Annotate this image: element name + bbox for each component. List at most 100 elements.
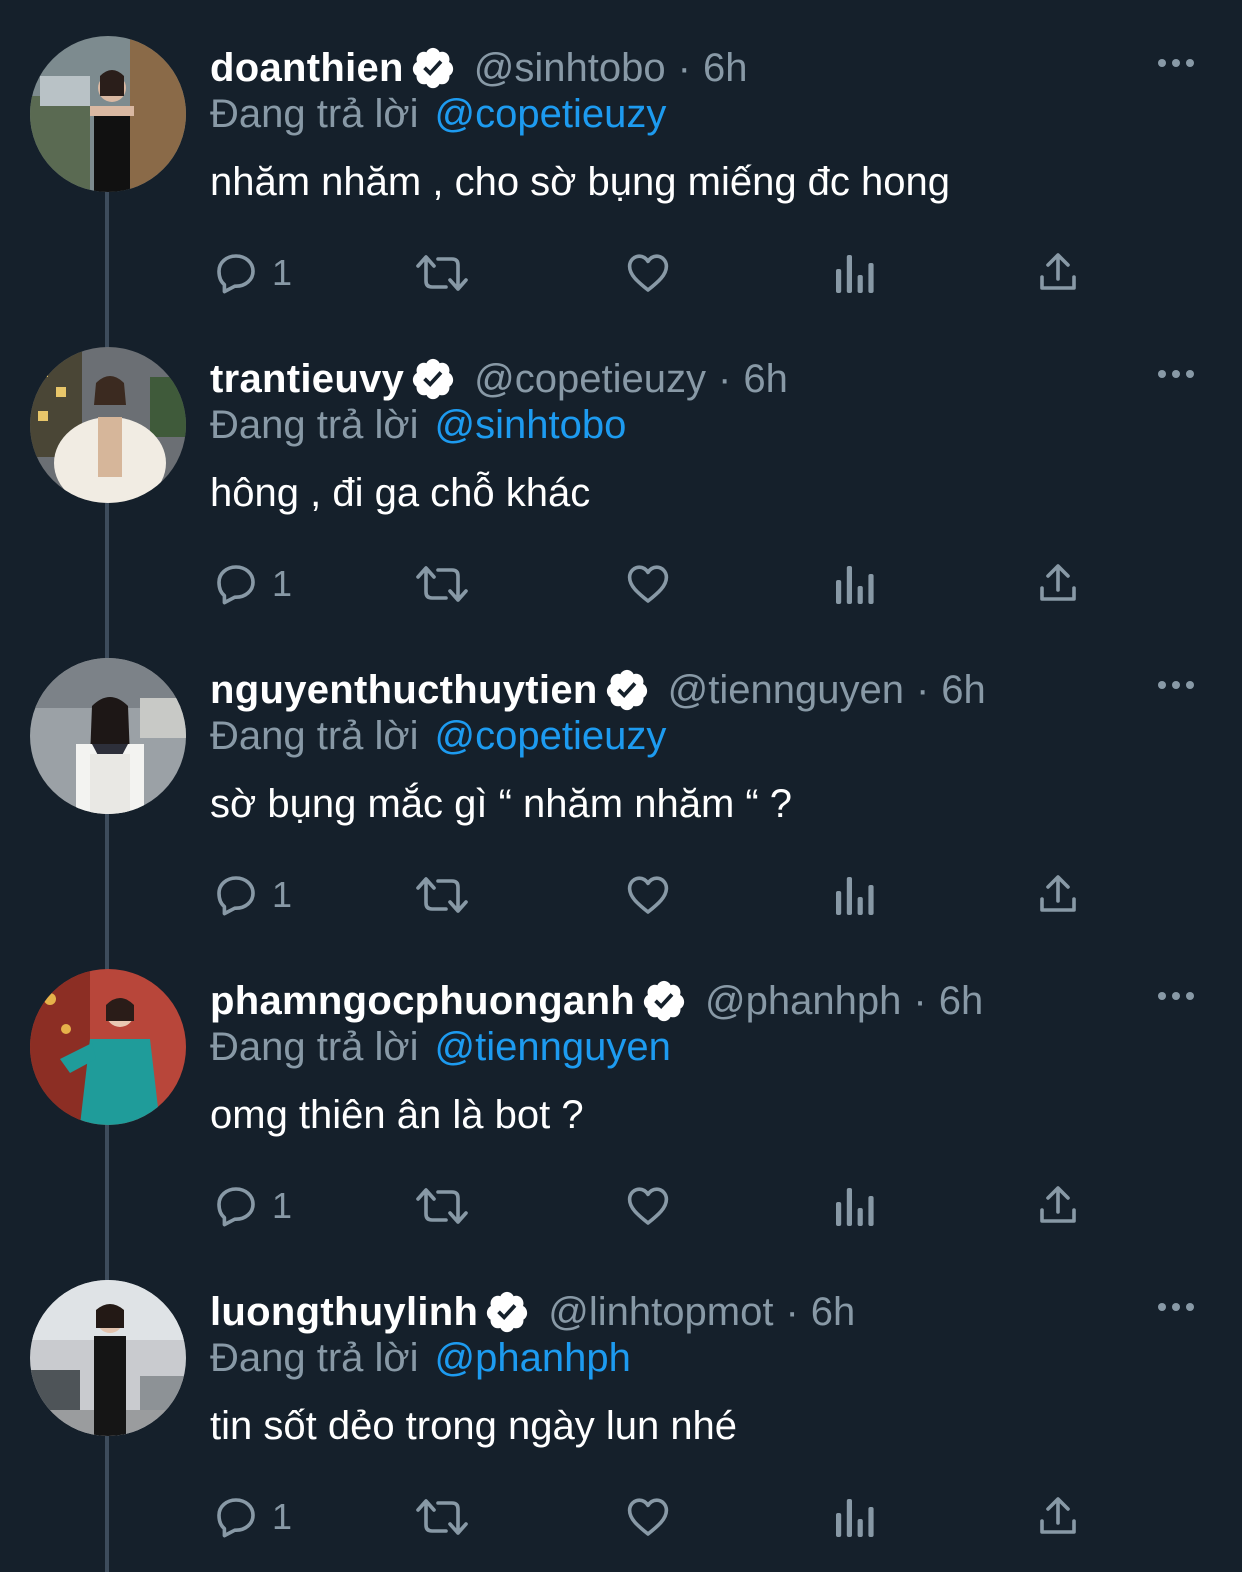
replying-to-link[interactable]: @sinhtobo: [435, 403, 627, 447]
replying-to-label: Đang trả lời: [210, 1025, 419, 1069]
replying-to-line: Đang trả lời @copetieuzy: [210, 92, 666, 137]
more-options-icon[interactable]: [1156, 678, 1196, 692]
tweet-text: sờ bụng mắc gì “ nhăm nhăm “ ?: [210, 782, 793, 826]
tweet-reply[interactable]: luongthuylinh @linhtopmot · 6h Đang trả lời @…: [0, 1244, 1242, 1555]
display-name[interactable]: luongthuylinh: [210, 1290, 478, 1335]
retweet-button[interactable]: [414, 870, 470, 920]
like-button[interactable]: [624, 1492, 672, 1542]
views-bar-chart-icon: [836, 1188, 874, 1226]
timestamp[interactable]: 6h: [703, 46, 748, 91]
reply-button[interactable]: 1: [212, 559, 292, 609]
reply-bubble-icon: [217, 1187, 255, 1227]
tweet-reply[interactable]: doanthien @sinhtobo · 6h Đang trả lời @copeti…: [0, 0, 1242, 311]
share-button[interactable]: [1034, 559, 1082, 609]
tweet-header: doanthien @sinhtobo · 6h: [210, 42, 747, 94]
avatar[interactable]: [30, 969, 186, 1125]
replying-to-line: Đang trả lời @copetieuzy: [210, 714, 666, 759]
share-button[interactable]: [1034, 870, 1082, 920]
display-name[interactable]: nguyenthucthuytien: [210, 668, 598, 713]
timestamp[interactable]: 6h: [941, 668, 986, 713]
tweet-text: omg thiên ân là bot ?: [210, 1093, 584, 1137]
more-options-icon[interactable]: [1156, 367, 1196, 381]
replying-to-link[interactable]: @tiennguyen: [435, 1025, 671, 1069]
avatar-photo: [30, 347, 186, 503]
replying-to-line: Đang trả lời @tiennguyen: [210, 1025, 671, 1070]
avatar[interactable]: [30, 658, 186, 814]
retweet-button[interactable]: [414, 248, 470, 298]
reply-button[interactable]: 1: [212, 870, 292, 920]
views-button[interactable]: [832, 870, 876, 920]
user-handle[interactable]: @sinhtobo: [474, 46, 666, 91]
avatar[interactable]: [30, 1280, 186, 1436]
avatar[interactable]: [30, 36, 186, 192]
heart-icon: [627, 876, 669, 914]
separator-dot: ·: [913, 978, 927, 1023]
replying-to-label: Đang trả lời: [210, 714, 419, 758]
separator-dot: ·: [785, 1289, 799, 1334]
timestamp[interactable]: 6h: [811, 1290, 856, 1335]
reply-button[interactable]: 1: [212, 1492, 292, 1542]
replying-to-link[interactable]: @copetieuzy: [435, 714, 667, 758]
timestamp[interactable]: 6h: [743, 357, 788, 402]
retweet-button[interactable]: [414, 1181, 470, 1231]
separator-dot: ·: [915, 667, 930, 712]
views-button[interactable]: [832, 1492, 876, 1542]
tweet-reply[interactable]: phamngocphuonganh @phanhph · 6h Đang trả lời…: [0, 933, 1242, 1244]
views-button[interactable]: [832, 248, 876, 298]
like-button[interactable]: [624, 248, 672, 298]
tweet-reply[interactable]: trantieuvy @copetieuzy · 6h Đang trả lời @sin…: [0, 311, 1242, 622]
verified-badge-icon: [413, 358, 454, 400]
user-handle[interactable]: @tiennguyen: [668, 668, 904, 713]
like-button[interactable]: [624, 1181, 672, 1231]
share-button[interactable]: [1034, 1181, 1082, 1231]
reply-bubble-icon: [217, 1498, 255, 1538]
retweet-icon: [416, 1188, 468, 1224]
display-name[interactable]: phamngocphuonganh: [210, 979, 635, 1024]
reply-button[interactable]: 1: [212, 1181, 292, 1231]
replying-to-link[interactable]: @copetieuzy: [435, 92, 667, 136]
reply-bubble-icon: [217, 876, 255, 916]
verified-badge-icon: [487, 1291, 528, 1333]
share-button[interactable]: [1034, 1492, 1082, 1542]
heart-icon: [627, 254, 669, 292]
verified-badge-icon: [643, 980, 685, 1022]
more-options-icon[interactable]: [1156, 56, 1196, 70]
share-upload-icon: [1040, 1186, 1076, 1223]
display-name[interactable]: doanthien: [210, 46, 404, 91]
avatar-photo: [30, 36, 186, 192]
retweet-icon: [416, 255, 468, 291]
like-button[interactable]: [624, 870, 672, 920]
retweet-button[interactable]: [414, 559, 470, 609]
avatar-photo: [30, 1280, 186, 1436]
replying-to-line: Đang trả lời @phanhph: [210, 1336, 631, 1381]
more-options-icon[interactable]: [1156, 1300, 1196, 1314]
reply-count: 1: [272, 874, 293, 915]
tweet-reply[interactable]: nguyenthucthuytien @tiennguyen · 6h Đang trả…: [0, 622, 1242, 933]
reply-count: 1: [272, 252, 293, 293]
reply-count: 1: [272, 1185, 293, 1226]
views-bar-chart-icon: [836, 255, 874, 293]
user-handle[interactable]: @linhtopmot: [548, 1290, 773, 1335]
more-options-icon[interactable]: [1156, 989, 1196, 1003]
share-upload-icon: [1040, 875, 1076, 912]
views-bar-chart-icon: [836, 566, 874, 604]
like-button[interactable]: [624, 559, 672, 609]
timestamp[interactable]: 6h: [939, 979, 984, 1024]
user-handle[interactable]: @copetieuzy: [474, 357, 706, 402]
separator-dot: ·: [718, 356, 732, 401]
reply-button[interactable]: 1: [212, 248, 292, 298]
retweet-button[interactable]: [414, 1492, 470, 1542]
views-button[interactable]: [832, 1181, 876, 1231]
tweet-text: nhăm nhăm , cho sờ bụng miếng đc hong: [210, 160, 951, 204]
user-handle[interactable]: @phanhph: [705, 979, 901, 1024]
display-name[interactable]: trantieuvy: [210, 357, 404, 402]
heart-icon: [627, 1498, 669, 1536]
replying-to-link[interactable]: @phanhph: [435, 1336, 631, 1380]
retweet-icon: [416, 566, 468, 602]
avatar[interactable]: [30, 347, 186, 503]
views-button[interactable]: [832, 559, 876, 609]
share-button[interactable]: [1034, 248, 1082, 298]
avatar-photo: [30, 658, 186, 814]
tweet-header: phamngocphuonganh @phanhph · 6h: [210, 975, 983, 1027]
views-bar-chart-icon: [836, 1499, 874, 1537]
